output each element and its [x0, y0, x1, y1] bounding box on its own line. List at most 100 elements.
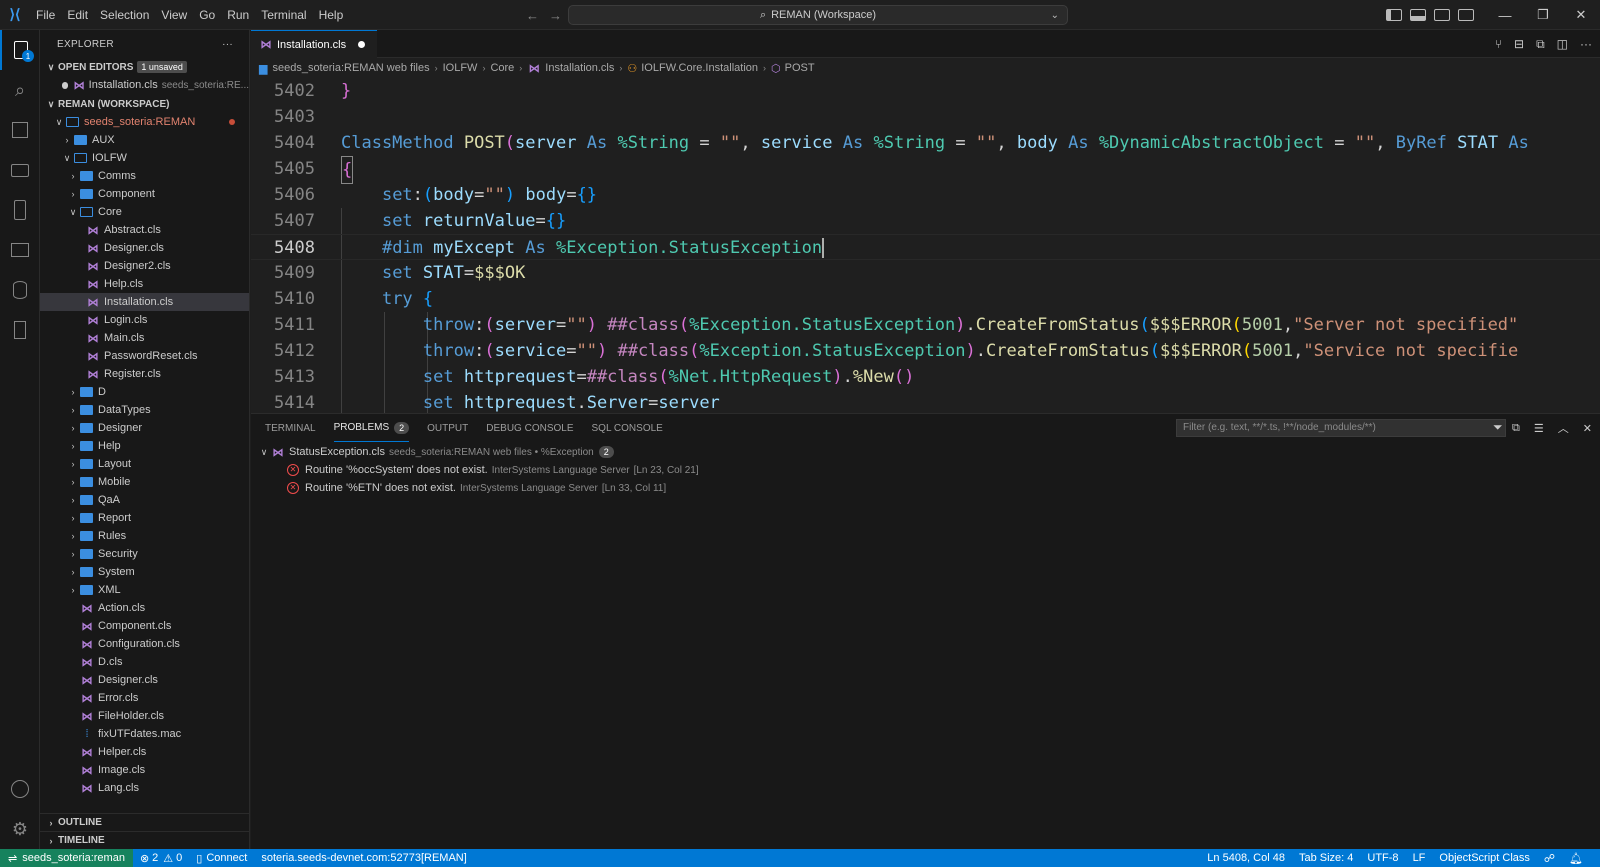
testing-icon[interactable] — [0, 230, 40, 270]
end-of-line[interactable]: LF — [1406, 852, 1433, 864]
code-editor[interactable]: 5402} 5403 5404 ClassMethod POST(server A… — [251, 78, 1600, 413]
code-line[interactable]: 5412 throw:(service="") ##class(%Excepti… — [251, 338, 1600, 364]
code-line[interactable]: 5413 set httprequest=##class(%Net.HttpRe… — [251, 364, 1600, 390]
feedback-icon[interactable]: ☍ — [1537, 852, 1562, 865]
tree-folder[interactable]: › Report — [40, 509, 249, 527]
tree-file[interactable]: ⋈ D.cls — [40, 653, 249, 671]
menu-view[interactable]: View — [155, 0, 193, 30]
tree-folder[interactable]: ∨ IOLFW — [40, 149, 249, 167]
tree-folder[interactable]: › Designer — [40, 419, 249, 437]
cursor-position[interactable]: Ln 5408, Col 48 — [1200, 852, 1292, 864]
menu-selection[interactable]: Selection — [94, 0, 155, 30]
bookmark-icon[interactable] — [0, 310, 40, 350]
code-line[interactable]: 5411 throw:(server="") ##class(%Exceptio… — [251, 312, 1600, 338]
tab-problems[interactable]: PROBLEMS 2 — [333, 414, 410, 442]
explorer-icon[interactable]: 1 — [0, 30, 40, 70]
objectscript-icon[interactable] — [0, 190, 40, 230]
settings-gear-icon[interactable]: ⚙ — [0, 809, 40, 849]
accounts-icon[interactable] — [0, 769, 40, 809]
code-line[interactable]: 5410 try { — [251, 286, 1600, 312]
tree-folder[interactable]: › QaA — [40, 491, 249, 509]
server-actions-icon[interactable]: ⊟ — [1514, 37, 1524, 51]
tree-file[interactable]: ⋈ Configuration.cls — [40, 635, 249, 653]
search-icon[interactable]: ⌕ — [0, 70, 40, 110]
tree-file[interactable]: ⋈ Register.cls — [40, 365, 249, 383]
tree-file[interactable]: ⋈ Main.cls — [40, 329, 249, 347]
source-control-icon[interactable]: ⑂ — [1495, 37, 1502, 51]
command-center[interactable]: ⌕ REMAN (Workspace) ⌄ — [568, 5, 1068, 25]
menu-run[interactable]: Run — [221, 0, 255, 30]
tree-file[interactable]: ⋈ Login.cls — [40, 311, 249, 329]
menu-terminal[interactable]: Terminal — [255, 0, 312, 30]
maximize-panel-icon[interactable]: ︿ — [1558, 420, 1569, 436]
tree-folder[interactable]: › DataTypes — [40, 401, 249, 419]
back-arrow-icon[interactable]: ← — [526, 8, 539, 23]
tree-folder[interactable]: › AUX — [40, 131, 249, 149]
tree-file[interactable]: ⋈ Help.cls — [40, 275, 249, 293]
tree-file[interactable]: ⋈ Action.cls — [40, 599, 249, 617]
tree-file[interactable]: ⋈ Abstract.cls — [40, 221, 249, 239]
breadcrumb-item[interactable]: IOLFW — [443, 62, 478, 74]
code-line[interactable]: 5405 { — [251, 156, 1600, 184]
tab-sql-console[interactable]: SQL CONSOLE — [592, 414, 663, 442]
server-status[interactable]: soteria.seeds-devnet.com:52773[REMAN] — [254, 852, 473, 864]
chevron-down-icon[interactable]: ⌄ — [1051, 10, 1059, 21]
breadcrumb-item[interactable]: Installation.cls — [545, 62, 614, 74]
code-line[interactable]: 5403 — [251, 104, 1600, 130]
tree-folder[interactable]: › Rules — [40, 527, 249, 545]
tab-debug-console[interactable]: DEBUG CONSOLE — [486, 414, 573, 442]
restore-button[interactable]: ❐ — [1524, 0, 1562, 30]
tree-file[interactable]: ⋈ Component.cls — [40, 617, 249, 635]
tree-file[interactable]: ⋈ Error.cls — [40, 689, 249, 707]
breadcrumb-item[interactable]: POST — [785, 62, 815, 74]
tree-file[interactable]: ⋈ PasswordReset.cls — [40, 347, 249, 365]
unsaved-dot-icon[interactable] — [62, 81, 68, 89]
tree-folder[interactable]: › Component — [40, 185, 249, 203]
open-editors-header[interactable]: ∨ OPEN EDITORS 1 unsaved — [40, 58, 249, 76]
editor-tab-installation[interactable]: ⋈ Installation.cls — [251, 30, 378, 58]
notifications-bell-icon[interactable]: 🔔︎ — [1562, 852, 1590, 865]
problem-group[interactable]: ∨ ⋈ StatusException.cls seeds_soteria:RE… — [251, 443, 1600, 461]
menu-go[interactable]: Go — [193, 0, 221, 30]
tree-file[interactable]: ⋈ Lang.cls — [40, 779, 249, 797]
view-as-tree-icon[interactable]: ☰ — [1534, 422, 1544, 435]
tree-folder[interactable]: › Comms — [40, 167, 249, 185]
remote-explorer-icon[interactable] — [0, 150, 40, 190]
problem-item[interactable]: ✕ Routine '%occSystem' does not exist. I… — [251, 461, 1600, 479]
breadcrumb-item[interactable]: Core — [490, 62, 514, 74]
open-editor-item[interactable]: ⋈ Installation.cls seeds_soteria:RE... — [40, 76, 249, 94]
code-line[interactable]: 5409 set STAT=$$$OK — [251, 260, 1600, 286]
database-icon[interactable] — [0, 270, 40, 310]
workspace-header[interactable]: ∨ REMAN (WORKSPACE) — [40, 95, 249, 113]
split-editor-icon[interactable]: ◫ — [1557, 37, 1568, 51]
tree-root-folder[interactable]: ∨ seeds_soteria:REMAN — [40, 113, 249, 131]
breadcrumb-item[interactable]: IOLFW.Core.Installation — [641, 62, 758, 74]
close-button[interactable]: ✕ — [1562, 0, 1600, 30]
tree-file[interactable]: ⋈ Image.cls — [40, 761, 249, 779]
toggle-secondary-sidebar-icon[interactable] — [1434, 9, 1450, 21]
encoding[interactable]: UTF-8 — [1360, 852, 1405, 864]
remote-indicator[interactable]: ⇌ seeds_soteria:reman — [0, 849, 133, 867]
problem-item[interactable]: ✕ Routine '%ETN' does not exist. InterSy… — [251, 479, 1600, 497]
tab-terminal[interactable]: TERMINAL — [265, 414, 316, 442]
tree-folder[interactable]: › Security — [40, 545, 249, 563]
code-line[interactable]: 5406 set:(body="") body={} — [251, 182, 1600, 208]
extensions-icon[interactable] — [0, 110, 40, 150]
tab-size[interactable]: Tab Size: 4 — [1292, 852, 1360, 864]
toggle-panel-icon[interactable] — [1410, 9, 1426, 21]
code-line[interactable]: 5414 set httprequest.Server=server — [251, 390, 1600, 413]
connect-status[interactable]: ▯ Connect — [189, 852, 254, 865]
tree-file[interactable]: ⋈ Helper.cls — [40, 743, 249, 761]
problems-filter-input[interactable]: Filter (e.g. text, **/*.ts, !**/node_mod… — [1176, 419, 1506, 437]
outline-section[interactable]: › OUTLINE — [40, 813, 250, 831]
tree-folder[interactable]: ∨ Core — [40, 203, 249, 221]
breadcrumb-item[interactable]: seeds_soteria:REMAN web files — [272, 62, 429, 74]
compare-icon[interactable]: ⧉ — [1536, 37, 1545, 52]
close-panel-icon[interactable]: ✕ — [1583, 422, 1592, 435]
tree-file-selected[interactable]: ⋈ Installation.cls — [40, 293, 249, 311]
code-line-current[interactable]: 5408 #dim myExcept As %Exception.StatusE… — [251, 234, 1600, 260]
tree-file[interactable]: ⋈ Designer2.cls — [40, 257, 249, 275]
language-mode[interactable]: ObjectScript Class — [1432, 852, 1536, 864]
unsaved-dot-icon[interactable] — [358, 41, 366, 48]
customize-layout-icon[interactable] — [1458, 9, 1474, 21]
